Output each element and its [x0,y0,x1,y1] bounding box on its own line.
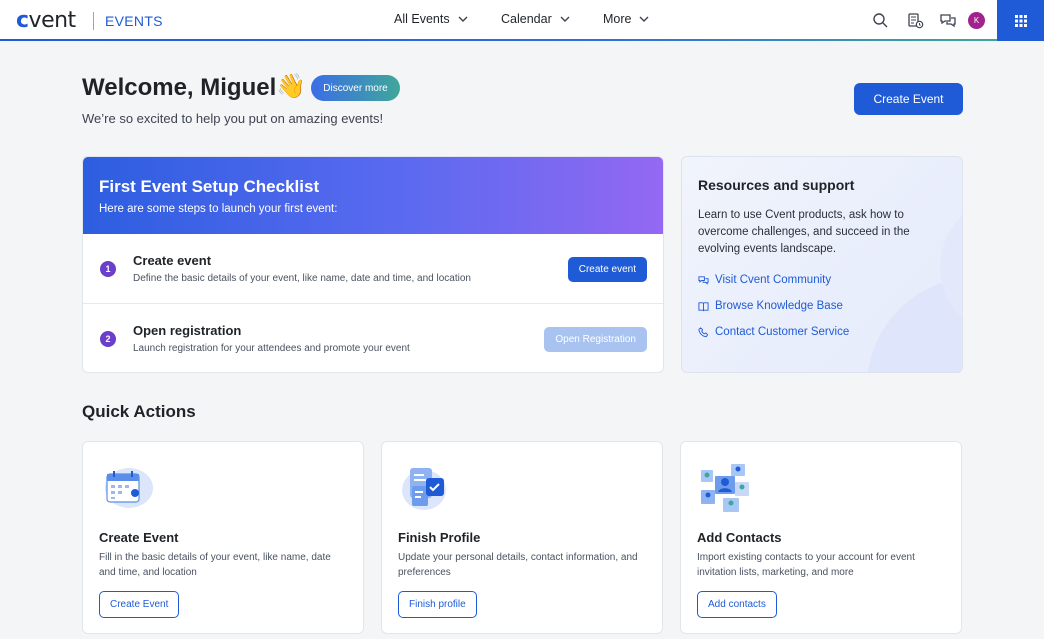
add-contacts-button[interactable]: Add contacts [697,591,777,618]
discover-more-button[interactable]: Discover more [311,75,400,101]
checklist-title: First Event Setup Checklist [99,177,320,196]
resources-title: Resources and support [698,177,855,193]
chat-bubbles-icon [698,275,709,285]
checklist-header: First Event Setup Checklist Here are som… [83,157,663,234]
open-registration-button[interactable]: Open Registration [544,327,647,352]
chevron-down-icon [560,16,570,22]
contacts-illustration-icon [701,464,749,512]
chevron-down-icon [458,16,468,22]
user-avatar[interactable]: K [968,12,985,29]
visit-community-link[interactable]: Visit Cvent Community [698,274,831,286]
link-label: Visit Cvent Community [715,274,832,286]
waving-hand-icon: 👋 [276,73,306,100]
step-number-badge: 1 [100,261,116,277]
quick-action-card-create-event: Create Event Fill in the basic details o… [82,441,364,634]
link-label: Contact Customer Service [715,326,850,338]
cvent-logo[interactable]: cvent [16,9,76,33]
customer-service-link[interactable]: Contact Customer Service [698,326,849,338]
checklist-subtitle: Here are some steps to launch your first… [99,203,338,215]
welcome-heading: Welcome, Miguel [82,74,277,101]
search-icon[interactable] [870,10,890,30]
nav-calendar-label: Calendar [501,12,552,26]
quick-action-title: Finish Profile [398,530,481,545]
product-name[interactable]: EVENTS [105,13,163,29]
profile-checklist-illustration-icon [402,468,446,510]
step-create-event-button[interactable]: Create event [567,257,647,282]
phone-icon [698,326,709,337]
knowledge-base-link[interactable]: Browse Knowledge Base [698,300,843,312]
create-event-button[interactable]: Create Event [854,83,963,115]
quick-action-description: Fill in the basic details of your event,… [99,552,331,578]
step-description: Launch registration for your attendees a… [133,343,410,354]
quick-action-card-add-contacts: Add Contacts Import existing contacts to… [680,441,962,634]
nav-more-label: More [603,12,632,26]
calendar-illustration-icon [105,468,153,508]
nav-all-events[interactable]: All Events [394,12,470,26]
step-title: Create event [133,253,212,268]
checklist-step: 1 Create event Define the basic details … [83,234,663,304]
chat-icon[interactable] [938,10,958,30]
step-number-badge: 2 [100,331,116,347]
quick-action-title: Create Event [99,530,179,545]
nav-all-events-label: All Events [394,12,450,26]
step-description: Define the basic details of your event, … [133,273,471,284]
resources-support-card: Resources and support Learn to use Cvent… [681,156,963,373]
header-accent-line [0,39,997,41]
quick-action-description: Update your personal details, contact in… [398,552,638,578]
quick-action-title: Add Contacts [697,530,782,545]
top-navigation-bar: cvent EVENTS All Events Calendar More K [0,0,1044,41]
welcome-subtitle: We’re so excited to help you put on amaz… [82,111,384,126]
nav-more[interactable]: More [603,12,651,26]
quick-create-event-button[interactable]: Create Event [99,591,180,618]
finish-profile-button[interactable]: Finish profile [398,591,477,618]
nav-calendar[interactable]: Calendar [501,12,572,26]
resources-description: Learn to use Cvent products, ask how to … [698,209,910,255]
tasks-icon[interactable] [905,10,925,30]
setup-checklist-card: First Event Setup Checklist Here are som… [82,156,664,373]
logo-divider [93,12,94,30]
step-title: Open registration [133,323,242,338]
app-grid-icon[interactable] [997,0,1044,41]
checklist-step: 2 Open registration Launch registration … [83,304,663,372]
link-label: Browse Knowledge Base [715,300,843,312]
chevron-down-icon [639,16,649,22]
book-icon [698,301,709,311]
quick-action-card-finish-profile: Finish Profile Update your personal deta… [381,441,663,634]
quick-action-description: Import existing contacts to your account… [697,552,915,578]
quick-actions-heading: Quick Actions [82,402,196,421]
